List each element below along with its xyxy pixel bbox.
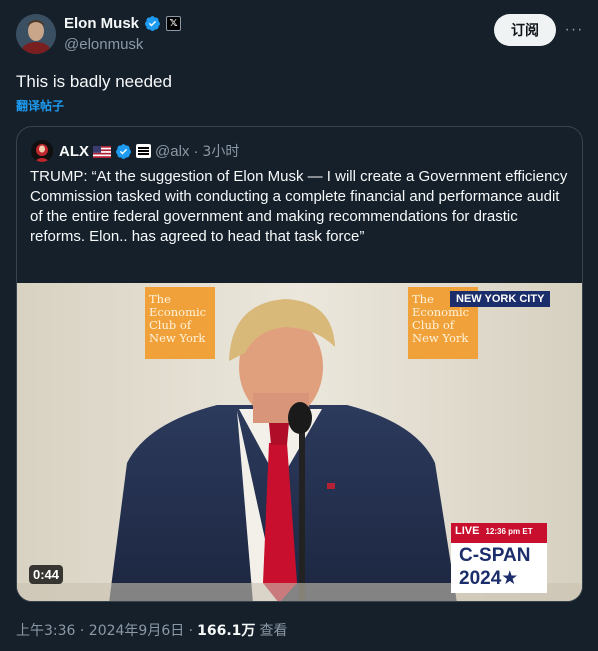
author-handle[interactable]: @elonmusk [64, 36, 143, 53]
sign-right-line: New York [412, 331, 469, 345]
live-badge: LIVE 12:36 pm ET [455, 525, 533, 537]
verified-badge-icon [144, 15, 161, 32]
quote-text: TRUMP: “At the suggestion of Elon Musk —… [30, 168, 568, 245]
network-logo: C-SPAN [459, 545, 531, 566]
view-count: 166.1万 [197, 623, 256, 639]
author-name-row: Elon Musk 𝕏 [64, 15, 182, 32]
more-options-icon[interactable]: ··· [562, 18, 586, 42]
video-player[interactable]: The Economic Club of New York The Econom… [17, 283, 582, 601]
video-duration: 0:44 [29, 565, 64, 584]
tweet: Elon Musk 𝕏 @elonmusk 订阅 ··· This is bad… [0, 0, 598, 651]
quote-display-name[interactable]: ALX [59, 143, 89, 160]
subscribe-button[interactable]: 订阅 [494, 14, 556, 46]
live-label: LIVE [455, 525, 480, 537]
sign-left: The Economic Club of New York [149, 293, 215, 345]
x-logo-icon[interactable]: 𝕏 [166, 16, 182, 31]
location-badge: NEW YORK CITY [450, 291, 551, 307]
translate-post-link[interactable]: 翻译帖子 [16, 97, 64, 114]
tweet-text: This is badly needed [16, 72, 172, 91]
affiliate-logo-icon[interactable] [136, 144, 151, 158]
us-flag-icon [93, 145, 111, 158]
live-time: 12:36 pm ET [485, 527, 533, 536]
tweet-meta: 上午3:36 · 2024年9月6日 · 166.1万 查看 [16, 620, 287, 640]
author-display-name[interactable]: Elon Musk [64, 15, 139, 32]
quoted-tweet[interactable]: ALX @alx · 3小时 TRUMP: “At the suggestion… [16, 126, 583, 602]
quote-handle[interactable]: @alx [155, 143, 189, 160]
verified-badge-icon [115, 143, 132, 160]
sign-left-line: New York [149, 331, 206, 345]
timestamp[interactable]: 上午3:36 · 2024年9月6日 · [16, 620, 193, 640]
views-label: 查看 [259, 623, 288, 639]
quote-time[interactable]: 3小时 [202, 141, 239, 161]
quote-author-avatar[interactable] [31, 140, 53, 162]
quote-header: ALX @alx · 3小时 [59, 141, 239, 161]
author-avatar[interactable] [16, 14, 56, 54]
separator-dot: · [193, 142, 199, 160]
network-year: 2024★ [459, 568, 519, 589]
